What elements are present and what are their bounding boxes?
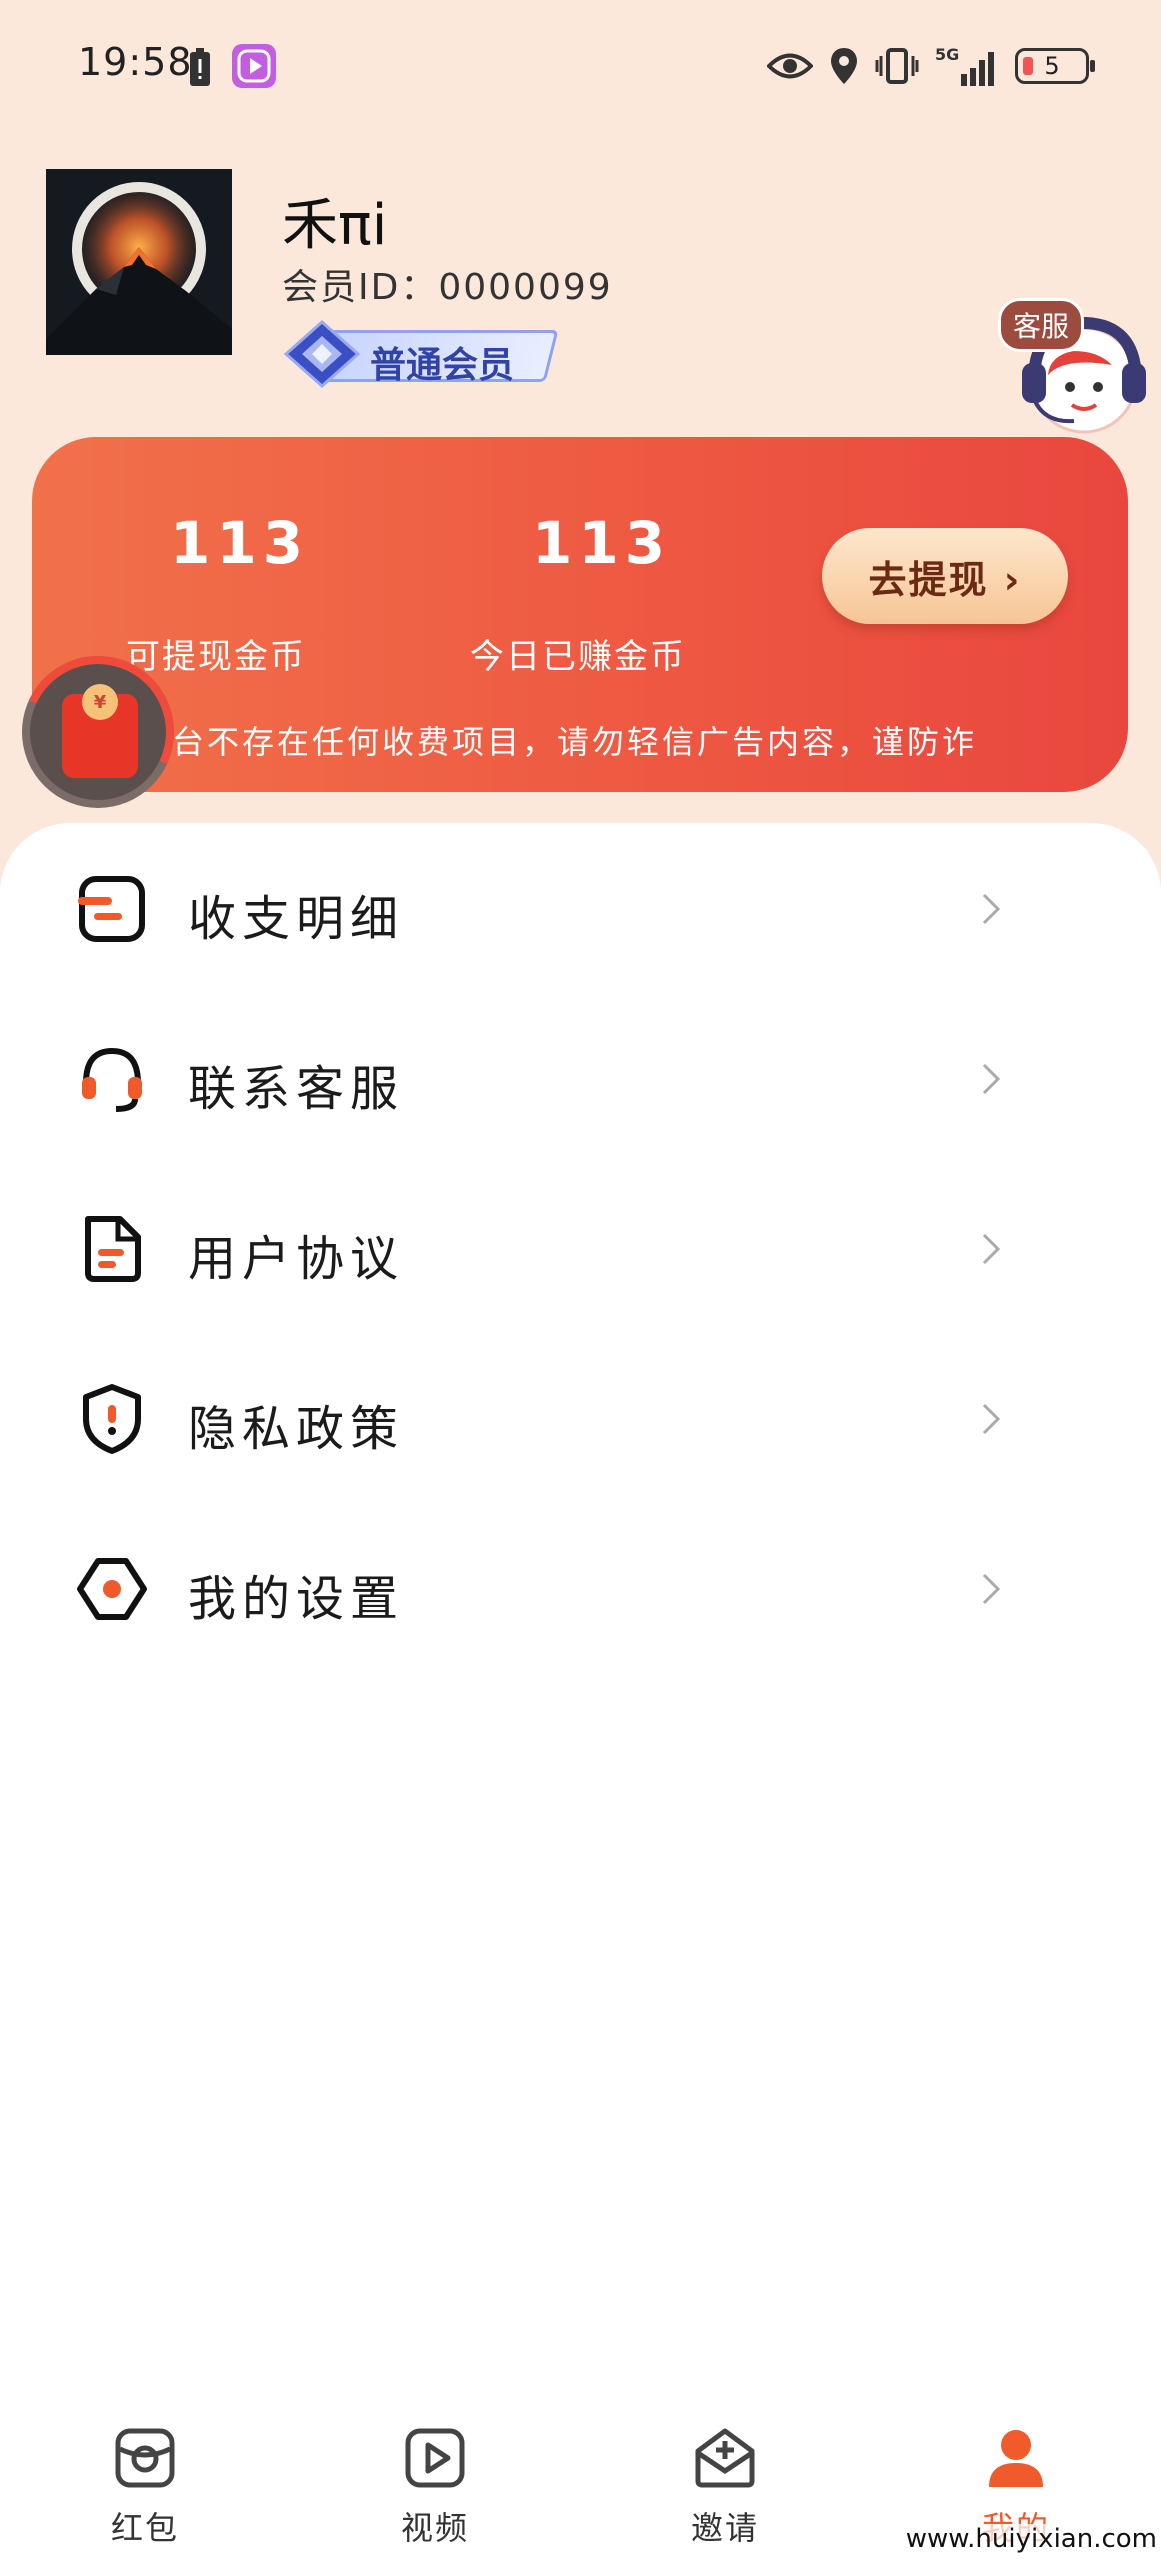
signal-5g-icon: 5G — [935, 45, 994, 86]
status-time: 19:58 — [78, 40, 193, 84]
svg-text:5G: 5G — [935, 45, 959, 64]
chevron-right-icon — [982, 1233, 1001, 1265]
notice-marquee: 台不存在任何收费项目，请勿轻信广告内容，谨防诈 — [172, 723, 978, 761]
menu-sheet: 收支明细 联系客服 用户协议 隐私政策 我的设置 — [0, 823, 1161, 2373]
chevron-right-icon — [982, 893, 1001, 925]
menu-item-transactions[interactable]: 收支明细 — [0, 823, 1161, 993]
battery-alert-icon — [190, 48, 210, 86]
menu-item-settings[interactable]: 我的设置 — [0, 1503, 1161, 1673]
status-bar: 19:58 5G 5 — [0, 0, 1161, 130]
bottom-nav: 红包 视频 邀请 我的 www.huiyixian.com — [0, 2373, 1161, 2560]
chevron-right-icon — [982, 1403, 1001, 1435]
username: 禾πi — [282, 193, 388, 258]
headset-icon — [82, 1047, 142, 1112]
status-icons: 5G 5 — [767, 38, 1095, 94]
withdraw-button[interactable]: 去提现 › — [822, 528, 1068, 624]
red-packet-icon — [115, 2428, 175, 2488]
nav-item-label: 红包 — [110, 2509, 179, 2547]
battery-level-fill — [1023, 57, 1033, 75]
invite-icon — [695, 2428, 755, 2488]
document-icon — [85, 1216, 141, 1282]
menu-item-user-agreement[interactable]: 用户协议 — [0, 1163, 1161, 1333]
red-packet-float-button[interactable]: ¥ — [22, 656, 174, 808]
vibrate-icon — [875, 48, 919, 84]
member-level-badge: 普通会员 — [282, 318, 559, 390]
battery-icon: 5 — [1015, 48, 1095, 84]
menu-item-label: 用户协议 — [188, 1231, 405, 1287]
menu-item-contact-service[interactable]: 联系客服 — [0, 993, 1161, 1163]
avatar[interactable] — [46, 169, 232, 355]
withdrawable-coins-label: 可提现金币 — [126, 637, 306, 677]
withdrawable-coins-value: 113 — [170, 509, 310, 577]
red-packet-icon: ¥ — [62, 684, 138, 778]
eye-icon — [767, 53, 813, 79]
menu-item-label: 隐私政策 — [188, 1401, 405, 1457]
today-earned-coins-value: 113 — [532, 509, 672, 577]
settings-icon — [77, 1558, 147, 1620]
nav-item-invite[interactable]: 邀请 — [580, 2373, 870, 2560]
video-icon — [405, 2428, 465, 2488]
member-level-label: 普通会员 — [370, 345, 515, 386]
nav-item-red-packet[interactable]: 红包 — [0, 2373, 290, 2560]
member-id: 会员ID：0000099 — [282, 267, 613, 308]
user-icon — [989, 2430, 1043, 2487]
menu-item-privacy-policy[interactable]: 隐私政策 — [0, 1333, 1161, 1503]
avatar-image — [46, 169, 232, 355]
earnings-card: 113 可提现金币 113 今日已赚金币 去提现 › 台不存在任何收费项目，请勿… — [32, 437, 1128, 792]
customer-service-float-label[interactable]: 客服 — [998, 298, 1085, 352]
coin-icon: ¥ — [82, 684, 118, 720]
video-app-icon — [232, 44, 276, 88]
location-icon — [831, 48, 857, 84]
menu-item-label: 联系客服 — [188, 1061, 405, 1117]
nav-item-video[interactable]: 视频 — [290, 2373, 580, 2560]
nav-item-label: 视频 — [400, 2509, 469, 2547]
today-earned-coins-label: 今日已赚金币 — [470, 637, 686, 677]
shield-icon — [83, 1384, 141, 1454]
diamond-badge-icon — [283, 319, 361, 389]
ledger-icon — [78, 876, 145, 942]
chevron-right-icon — [982, 1573, 1001, 1605]
battery-level: 5 — [1044, 52, 1060, 80]
chevron-right-icon — [982, 1063, 1001, 1095]
menu-item-label: 我的设置 — [188, 1571, 405, 1627]
nav-item-label: 邀请 — [690, 2509, 759, 2547]
menu-item-label: 收支明细 — [188, 891, 405, 947]
watermark: www.huiyixian.com — [905, 2524, 1157, 2554]
